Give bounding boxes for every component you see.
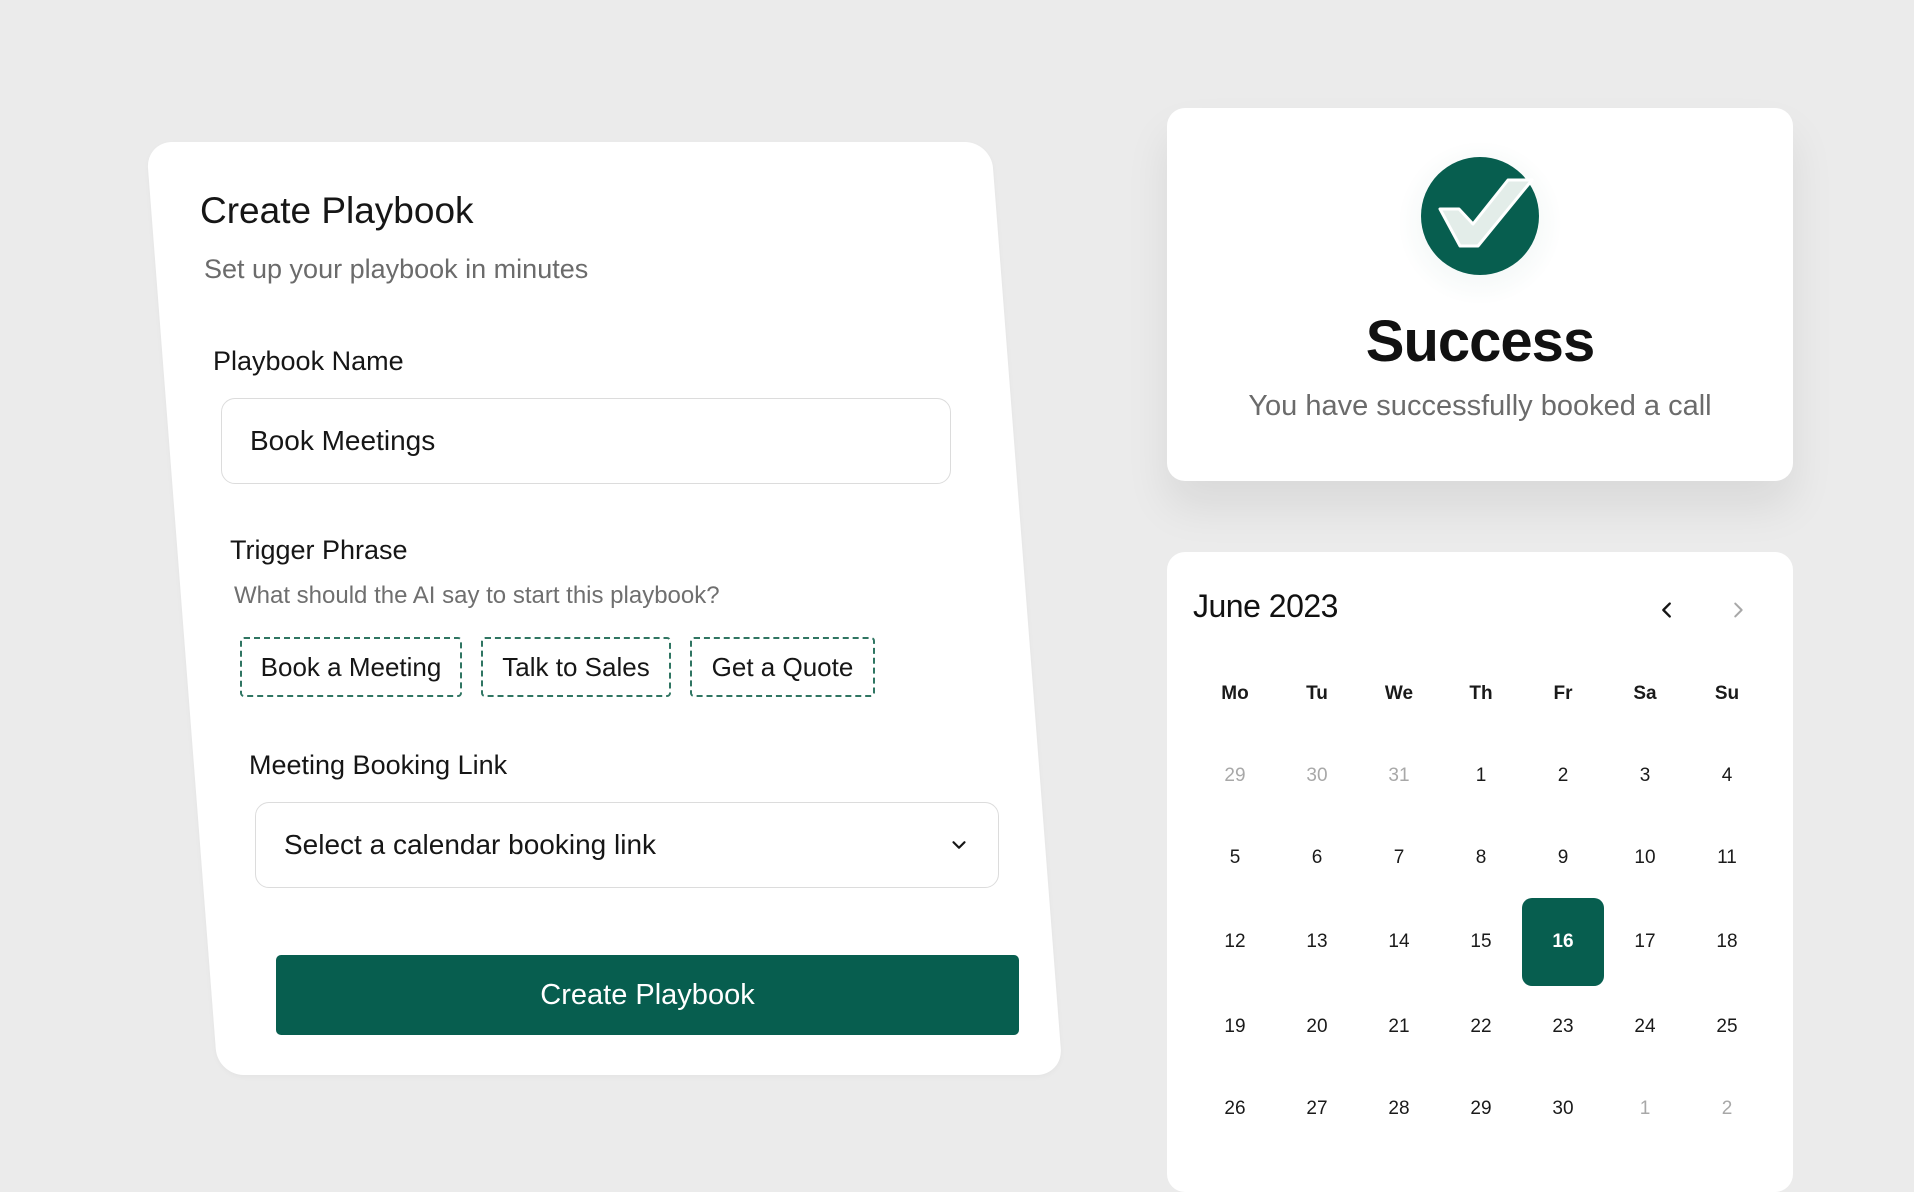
calendar-day[interactable]: 10 xyxy=(1604,838,1686,878)
trigger-phrase-label: Trigger Phrase xyxy=(230,535,408,565)
calendar-day[interactable]: 14 xyxy=(1358,922,1440,962)
chevron-right-icon xyxy=(1734,602,1743,618)
weekday-header: Th xyxy=(1469,683,1493,704)
calendar-day[interactable]: 30 xyxy=(1522,1089,1604,1129)
calendar-day[interactable]: 2 xyxy=(1522,756,1604,796)
calendar-day[interactable]: 8 xyxy=(1440,838,1522,878)
calendar-day[interactable]: 18 xyxy=(1686,922,1768,962)
calendar-week-row: 19 20 21 22 23 24 25 xyxy=(1167,1007,1793,1047)
calendar-day[interactable]: 13 xyxy=(1276,922,1358,962)
calendar-week-row: 26 27 28 29 30 1 2 xyxy=(1167,1089,1793,1129)
calendar-day[interactable]: 21 xyxy=(1358,1007,1440,1047)
calendar-day[interactable]: 24 xyxy=(1604,1007,1686,1047)
chevron-left-icon xyxy=(1662,602,1671,618)
trigger-chip-talk-to-sales[interactable]: Talk to Sales xyxy=(481,637,671,697)
calendar-day[interactable]: 11 xyxy=(1686,838,1768,878)
weekday-header: Tu xyxy=(1306,683,1328,704)
calendar-day[interactable]: 28 xyxy=(1358,1089,1440,1129)
page-subtitle: Set up your playbook in minutes xyxy=(204,254,589,284)
weekday-header: Sa xyxy=(1633,683,1657,704)
create-playbook-card: Create Playbook Set up your playbook in … xyxy=(146,142,1063,1075)
booking-link-label: Meeting Booking Link xyxy=(249,750,508,780)
calendar-day[interactable]: 25 xyxy=(1686,1007,1768,1047)
calendar-day-next-month[interactable]: 1 xyxy=(1604,1089,1686,1129)
calendar-week-row: 5 6 7 8 9 10 11 xyxy=(1167,838,1793,878)
page-title: Create Playbook xyxy=(200,190,474,231)
weekday-header: We xyxy=(1384,683,1414,704)
calendar-day-selected[interactable]: 16 xyxy=(1522,898,1604,986)
calendar-day[interactable]: 26 xyxy=(1194,1089,1276,1129)
weekday-header: Su xyxy=(1714,683,1740,704)
calendar-day[interactable]: 23 xyxy=(1522,1007,1604,1047)
playbook-name-label: Playbook Name xyxy=(213,346,404,376)
previous-month-button[interactable] xyxy=(1649,592,1685,628)
calendar-day[interactable]: 3 xyxy=(1604,756,1686,796)
create-playbook-content: Create Playbook Set up your playbook in … xyxy=(146,142,1019,1075)
trigger-phrase-hint: What should the AI say to start this pla… xyxy=(234,582,720,609)
calendar-day[interactable]: 19 xyxy=(1194,1007,1276,1047)
calendar-day[interactable]: 9 xyxy=(1522,838,1604,878)
calendar-day[interactable]: 5 xyxy=(1194,838,1276,878)
weekday-header: Fr xyxy=(1553,683,1573,704)
calendar-day[interactable]: 29 xyxy=(1440,1089,1522,1129)
calendar-day[interactable]: 4 xyxy=(1686,756,1768,796)
weekday-header: Mo xyxy=(1221,683,1249,704)
check-circle-icon xyxy=(1421,157,1539,275)
calendar-day-prev-month[interactable]: 30 xyxy=(1276,756,1358,796)
calendar-day-prev-month[interactable]: 29 xyxy=(1194,756,1276,796)
booking-link-select[interactable]: Select a calendar booking link xyxy=(255,802,999,888)
calendar-day-prev-month[interactable]: 31 xyxy=(1358,756,1440,796)
calendar-day-next-month[interactable]: 2 xyxy=(1686,1089,1768,1129)
calendar-day[interactable]: 15 xyxy=(1440,922,1522,962)
trigger-chip-book-a-meeting[interactable]: Book a Meeting xyxy=(240,637,462,697)
calendar-day[interactable]: 22 xyxy=(1440,1007,1522,1047)
calendar-day[interactable]: 27 xyxy=(1276,1089,1358,1129)
chevron-down-icon xyxy=(952,841,966,849)
booking-link-select-value: Select a calendar booking link xyxy=(284,829,657,860)
calendar-day[interactable]: 7 xyxy=(1358,838,1440,878)
calendar-week-row: 29 30 31 1 2 3 4 xyxy=(1167,756,1793,796)
calendar-day[interactable]: 17 xyxy=(1604,922,1686,962)
calendar-day[interactable]: 20 xyxy=(1276,1007,1358,1047)
calendar-card: June 2023 Mo Tu We Th Fr Sa Su 29 30 31 … xyxy=(1167,552,1793,1192)
calendar-day[interactable]: 6 xyxy=(1276,838,1358,878)
playbook-name-input[interactable] xyxy=(221,398,951,484)
calendar-day[interactable]: 1 xyxy=(1440,756,1522,796)
trigger-chip-get-a-quote[interactable]: Get a Quote xyxy=(690,637,875,697)
calendar-week-row: 12 13 14 15 16 17 18 xyxy=(1167,898,1793,986)
create-playbook-button[interactable]: Create Playbook xyxy=(276,955,1019,1035)
success-title: Success xyxy=(1365,309,1595,374)
calendar-day[interactable]: 12 xyxy=(1194,922,1276,962)
success-message: You have successfully booked a call xyxy=(1248,390,1712,422)
next-month-button[interactable] xyxy=(1720,592,1756,628)
calendar-month-label: June 2023 xyxy=(1193,588,1338,624)
weekday-header-row: Mo Tu We Th Fr Sa Su xyxy=(1167,674,1793,714)
success-card: Success You have successfully booked a c… xyxy=(1167,108,1793,481)
